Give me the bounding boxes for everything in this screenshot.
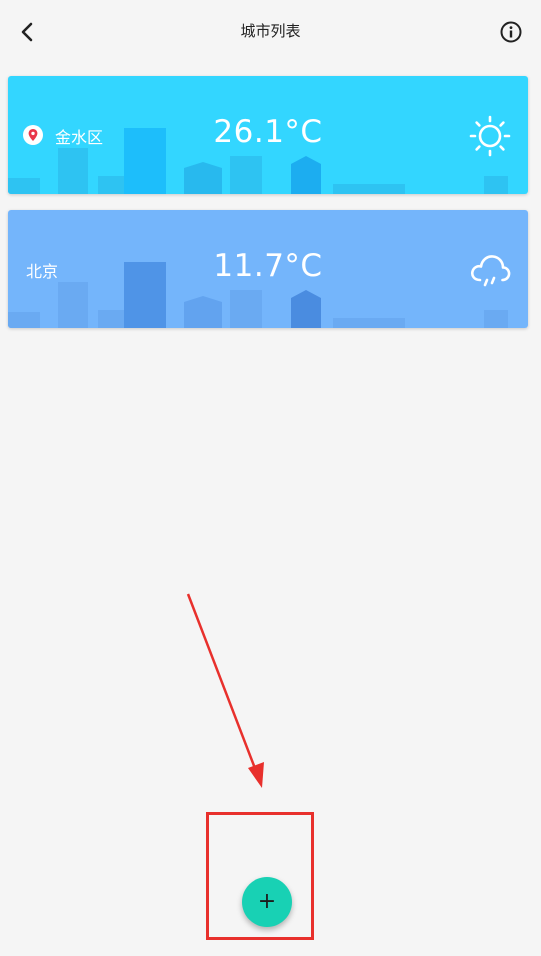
app-bar: 城市列表 bbox=[0, 0, 541, 64]
temperature: 11.7°C bbox=[213, 248, 323, 284]
sun-icon bbox=[469, 115, 511, 157]
add-city-button[interactable]: + bbox=[242, 877, 292, 927]
page-title: 城市列表 bbox=[240, 22, 301, 40]
temperature: 26.1°C bbox=[213, 114, 323, 150]
city-card-jinshui[interactable]: 金水区 26.1°C bbox=[8, 76, 528, 194]
info-icon[interactable] bbox=[499, 20, 523, 44]
cloud-rain-icon bbox=[470, 255, 511, 287]
city-card-beijing[interactable]: 北京 11.7°C bbox=[8, 210, 528, 328]
plus-icon: + bbox=[257, 889, 277, 914]
